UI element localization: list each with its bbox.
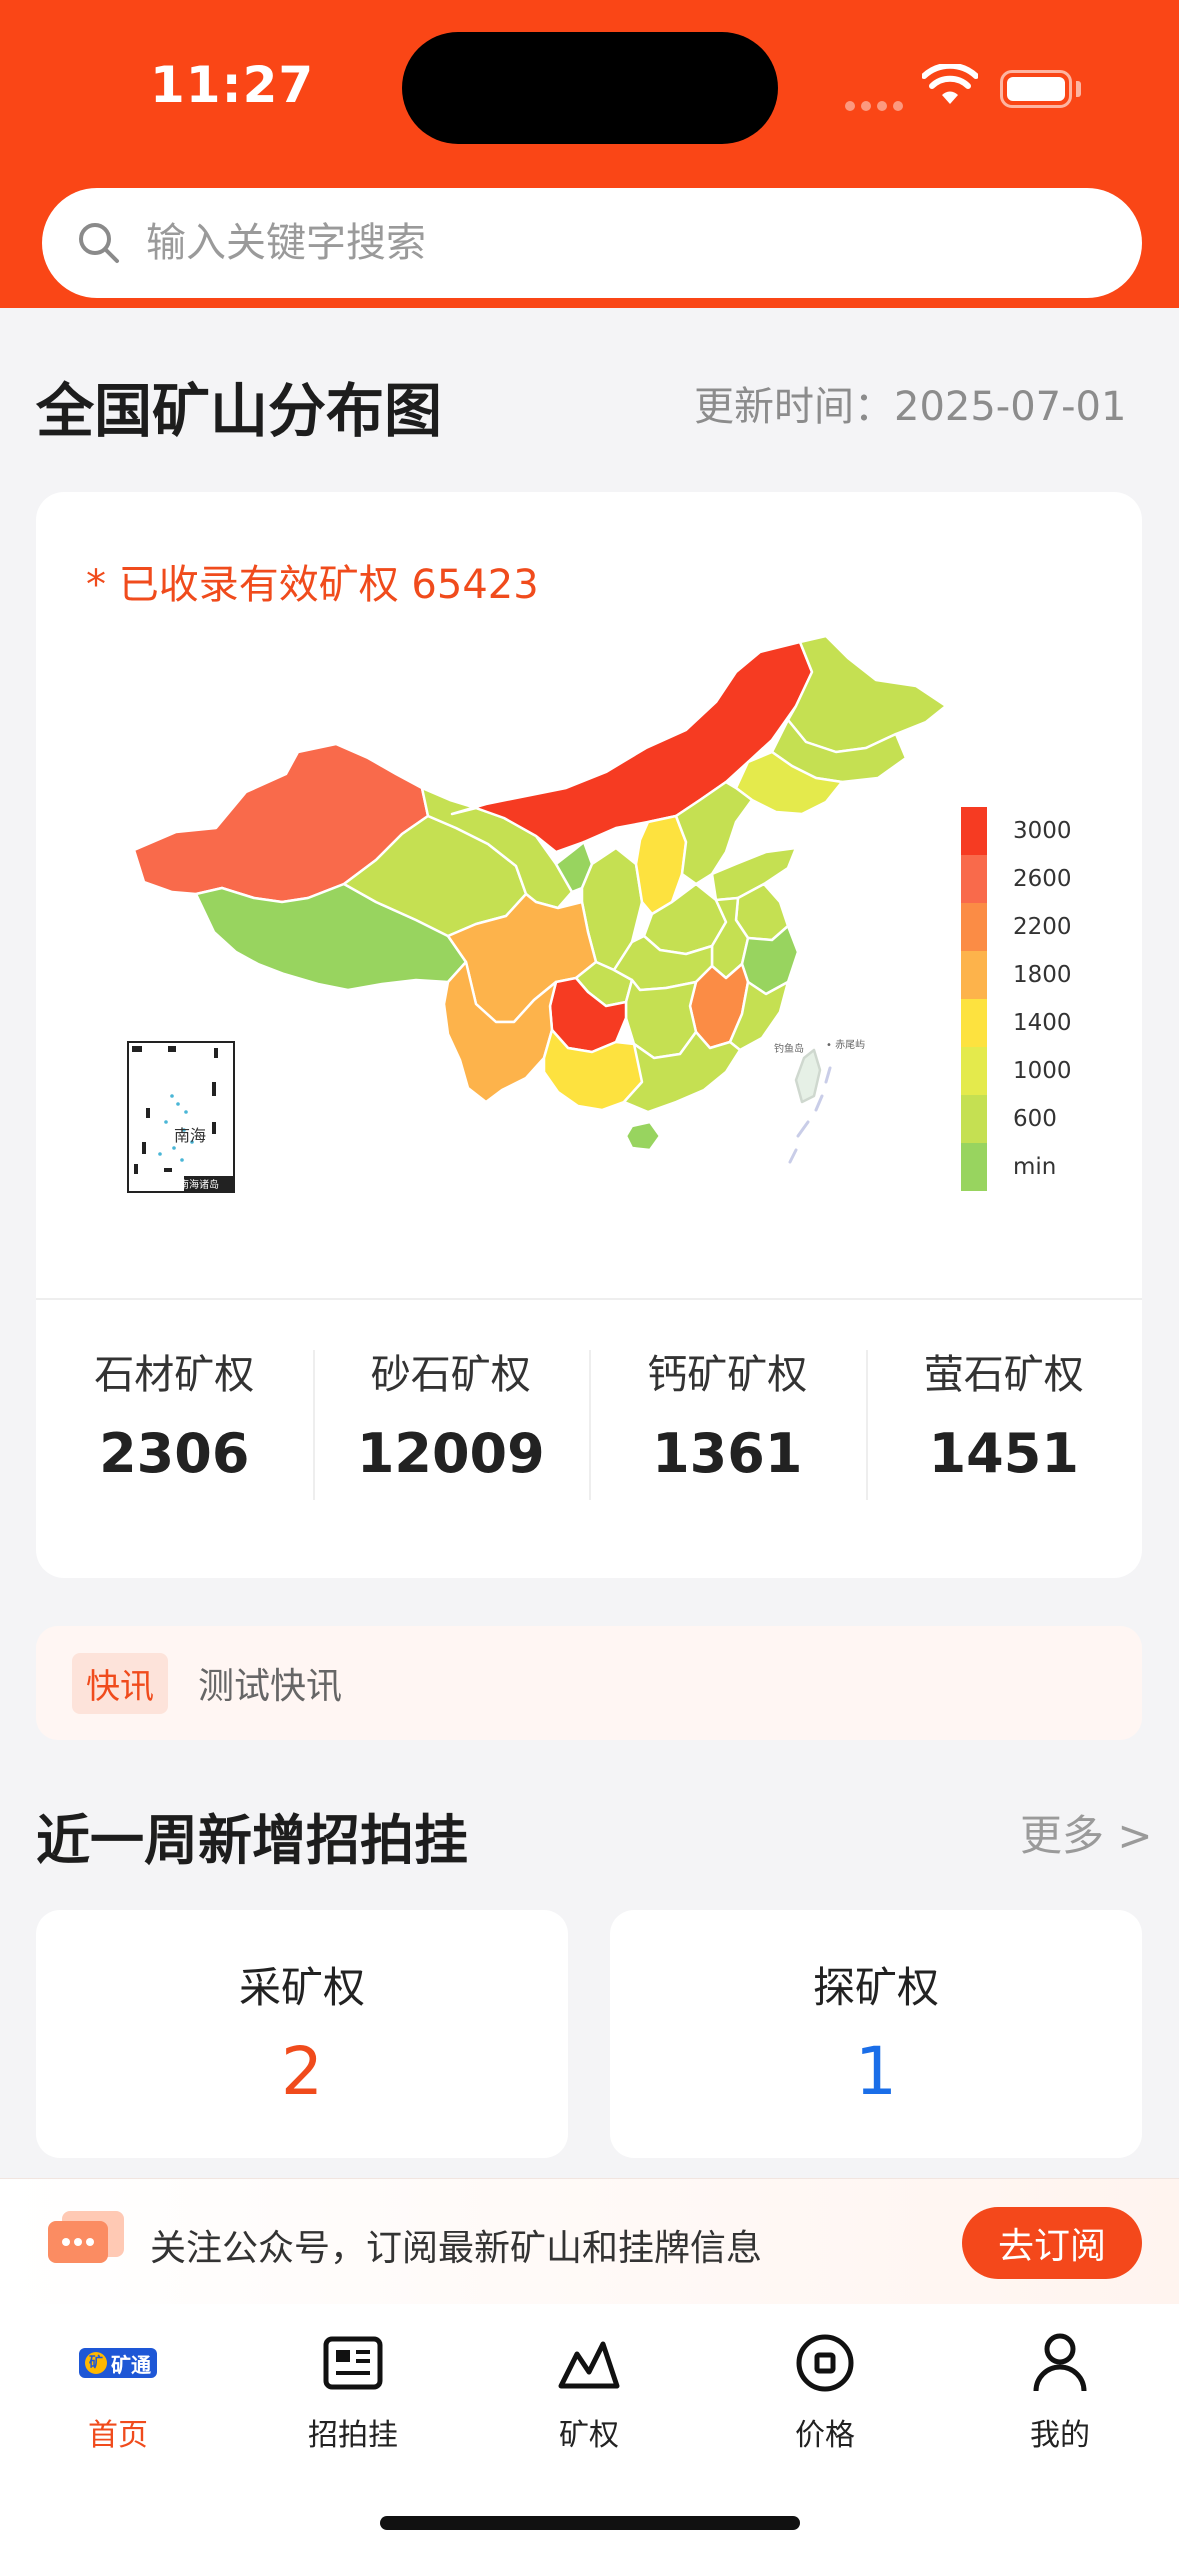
- mini-card-value: 1: [855, 2033, 897, 2110]
- tab-label: 价格: [795, 2418, 855, 2453]
- cellular-signal-icon: [845, 96, 909, 115]
- region-heilongjiang: [786, 634, 948, 754]
- stat-value: 2306: [99, 1422, 250, 1485]
- legend-label: 3000: [1013, 818, 1072, 844]
- map-card: * 已收录有效矿权 65423 钓鱼岛 • 赤尾屿 南海 南海诸岛 3000 2…: [36, 492, 1142, 1578]
- legend-swatch: [961, 1095, 987, 1143]
- search-bar[interactable]: [42, 188, 1142, 298]
- tab-mining-rights[interactable]: 矿权: [489, 2328, 689, 2454]
- tab-label: 首页: [88, 2418, 148, 2453]
- coin-icon: [796, 2334, 854, 2392]
- stat-stone[interactable]: 石材矿权 2306: [36, 1322, 313, 1562]
- chat-bubble-icon: [48, 2211, 124, 2263]
- legend-swatch: [961, 903, 987, 951]
- mini-card-label: 采矿权: [238, 1963, 365, 2012]
- tab-home[interactable]: 矿矿通 首页: [18, 2328, 218, 2454]
- divider: [36, 1298, 1142, 1300]
- subscribe-banner: 关注公众号，订阅最新矿山和挂牌信息 去订阅: [0, 2178, 1179, 2304]
- inset-label: 南海: [174, 1126, 207, 1145]
- legend-swatch: [961, 855, 987, 903]
- stat-label: 砂石矿权: [370, 1352, 531, 1398]
- stat-value: 12009: [356, 1422, 545, 1485]
- tab-price[interactable]: 价格: [725, 2328, 925, 2454]
- region-taiwan: [794, 1048, 822, 1104]
- legend-swatch: [961, 1047, 987, 1095]
- tab-profile[interactable]: 我的: [960, 2328, 1160, 2454]
- mountain-icon: [558, 2341, 620, 2389]
- stat-gravel[interactable]: 砂石矿权 12009: [312, 1322, 590, 1562]
- legend-label: min: [1013, 1154, 1057, 1180]
- search-icon: [79, 223, 119, 263]
- mini-card-value: 2: [281, 2033, 323, 2110]
- subscribe-text: 关注公众号，订阅最新矿山和挂牌信息: [150, 2228, 763, 2269]
- dynamic-island: [402, 32, 778, 144]
- mining-right-card[interactable]: 采矿权 2: [36, 1910, 568, 2158]
- subscribe-button[interactable]: 去订阅: [962, 2207, 1142, 2279]
- stat-label: 钙矿矿权: [647, 1352, 808, 1398]
- header: 11:27: [0, 0, 1179, 308]
- legend-label: 1000: [1013, 1058, 1072, 1084]
- legend-label: 2600: [1013, 866, 1072, 892]
- stat-fluorite[interactable]: 萤石矿权 1451: [865, 1322, 1143, 1562]
- south-sea-inset: [127, 1041, 235, 1193]
- legend-color-scale: [961, 807, 987, 1191]
- legend-swatch: [961, 1143, 987, 1191]
- status-time: 11:27: [150, 56, 315, 114]
- mini-card-label: 探矿权: [812, 1963, 939, 2012]
- tab-label: 矿权: [559, 2418, 619, 2453]
- svg-text:钓鱼岛: 钓鱼岛: [774, 1042, 804, 1055]
- stat-label: 萤石矿权: [923, 1352, 1084, 1398]
- news-tag: 快讯: [72, 1652, 168, 1714]
- home-indicator: [380, 2516, 800, 2530]
- inset-caption: 南海诸岛: [179, 1180, 219, 1191]
- region-inner-mongolia: [450, 640, 814, 854]
- search-input[interactable]: [146, 220, 1046, 266]
- legend-swatch: [961, 807, 987, 855]
- stat-label: 石材矿权: [94, 1352, 255, 1398]
- tab-label: 我的: [1030, 2418, 1090, 2453]
- tab-label: 招拍挂: [308, 2418, 398, 2453]
- stat-value: 1361: [652, 1422, 803, 1485]
- legend-swatch: [961, 999, 987, 1047]
- map-section-title: 全国矿山分布图: [36, 377, 443, 445]
- more-link[interactable]: 更多 >: [1020, 1802, 1153, 1863]
- weekly-title: 近一周新增招拍挂: [36, 1809, 468, 1872]
- news-ticker[interactable]: 快讯 测试快讯: [36, 1626, 1142, 1740]
- stat-value: 1451: [928, 1422, 1079, 1485]
- battery-icon: [1000, 70, 1072, 108]
- mining-stats: 石材矿权 2306 砂石矿权 12009 钙矿矿权 1361 萤石矿权 1451: [36, 1322, 1142, 1562]
- svg-text:• 赤尾屿: • 赤尾屿: [826, 1039, 865, 1051]
- legend-label: 2200: [1013, 914, 1072, 940]
- stat-calcium[interactable]: 钙矿矿权 1361: [589, 1322, 866, 1562]
- legend-label: 1400: [1013, 1010, 1072, 1036]
- user-icon: [1033, 2333, 1087, 2392]
- legend-swatch: [961, 951, 987, 999]
- update-time: 更新时间：2025-07-01: [694, 384, 1127, 430]
- legend-label: 1800: [1013, 962, 1072, 988]
- region-hainan: [624, 1120, 662, 1152]
- tab-auction[interactable]: 招拍挂: [253, 2328, 453, 2454]
- home-logo-icon: 矿矿通: [18, 2328, 218, 2398]
- exploration-right-card[interactable]: 探矿权 1: [610, 1910, 1142, 2158]
- wifi-icon: [922, 64, 978, 104]
- news-text: 测试快讯: [198, 1666, 343, 1707]
- legend-label: 600: [1013, 1106, 1057, 1132]
- id-card-icon: [323, 2336, 383, 2390]
